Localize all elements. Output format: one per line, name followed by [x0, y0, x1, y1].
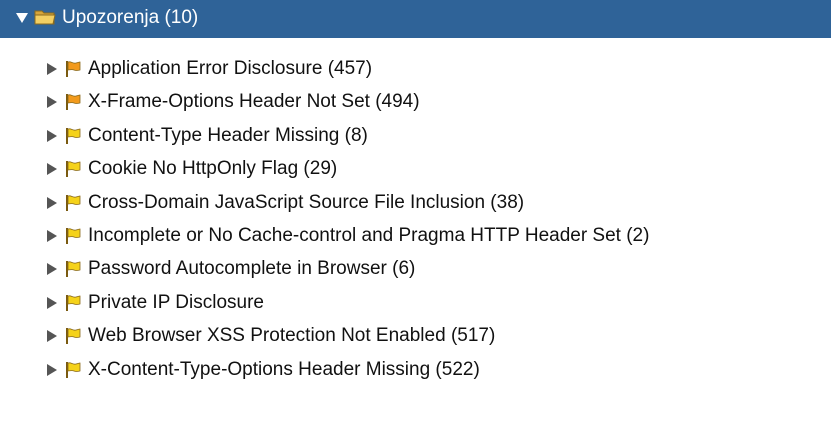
alert-item-label: Application Error Disclosure (457) [88, 58, 373, 79]
tree-root-alerts[interactable]: Upozorenja (10) [0, 0, 831, 38]
flag-icon [66, 61, 81, 77]
alert-item-label: Private IP Disclosure [88, 291, 264, 313]
collapsed-arrow-icon[interactable] [47, 330, 57, 343]
alert-item-label: Web Browser XSS Protection Not Enabled (… [88, 325, 496, 347]
alert-item-label: Incomplete or No Cache-control and Pragm… [88, 225, 650, 246]
flag-icon [66, 261, 81, 278]
alert-item[interactable]: X-Content-Type-Options Header Missing (5… [0, 354, 831, 387]
flag-icon [66, 228, 81, 244]
alert-item[interactable]: Incomplete or No Cache-control and Pragm… [0, 220, 831, 253]
alert-item-label: Cross-Domain JavaScript Source File Incl… [88, 191, 525, 213]
flag-icon [66, 328, 81, 345]
alert-item[interactable]: Web Browser XSS Protection Not Enabled (… [0, 320, 831, 353]
collapsed-arrow-icon[interactable] [47, 96, 57, 109]
flag-icon [66, 294, 81, 311]
alert-item-label: X-Content-Type-Options Header Missing (5… [88, 358, 480, 380]
collapsed-arrow-icon[interactable] [47, 63, 57, 75]
flag-icon [66, 161, 81, 178]
collapsed-arrow-icon[interactable] [47, 129, 57, 142]
alert-item[interactable]: Content-Type Header Missing (8) [0, 120, 831, 153]
expanded-arrow-icon[interactable] [16, 13, 28, 23]
tree-root-label: Upozorenja (10) [62, 7, 199, 28]
collapsed-arrow-icon[interactable] [47, 230, 57, 242]
collapsed-arrow-icon[interactable] [47, 263, 57, 276]
collapsed-arrow-icon[interactable] [47, 163, 57, 176]
collapsed-arrow-icon[interactable] [47, 196, 57, 209]
alert-item[interactable]: Cross-Domain JavaScript Source File Incl… [0, 187, 831, 220]
alert-item-label: Password Autocomplete in Browser (6) [88, 258, 416, 280]
flag-icon [66, 94, 81, 111]
alert-item-label: X-Frame-Options Header Not Set (494) [88, 91, 420, 113]
flag-icon [66, 194, 81, 211]
alert-item-label: Cookie No HttpOnly Flag (29) [88, 158, 338, 180]
collapsed-arrow-icon[interactable] [47, 363, 57, 376]
alert-item[interactable]: Cookie No HttpOnly Flag (29) [0, 153, 831, 186]
alert-item-label: Content-Type Header Missing (8) [88, 124, 368, 146]
alerts-tree: Upozorenja (10) Application Error Disclo… [0, 0, 831, 424]
alert-item[interactable]: Application Error Disclosure (457) [0, 53, 831, 86]
collapsed-arrow-icon[interactable] [47, 296, 57, 309]
alert-item[interactable]: Password Autocomplete in Browser (6) [0, 253, 831, 286]
alert-item[interactable]: X-Frame-Options Header Not Set (494) [0, 86, 831, 119]
flag-icon [66, 361, 81, 378]
folder-icon [34, 10, 56, 25]
flag-icon [66, 127, 81, 144]
alert-item[interactable]: Private IP Disclosure [0, 287, 831, 320]
